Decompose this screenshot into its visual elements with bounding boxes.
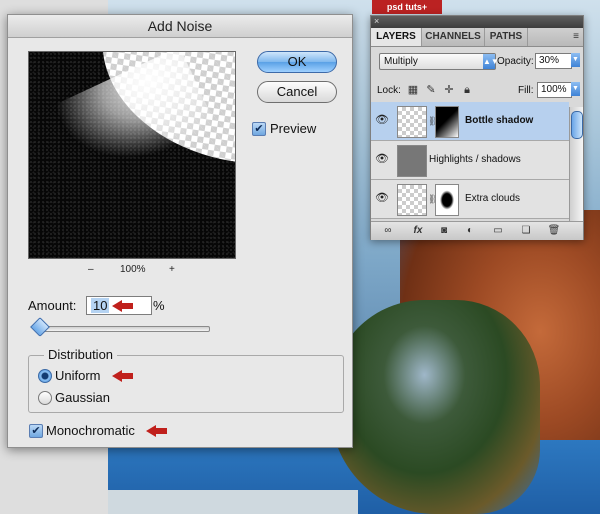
layer-row-highlights-shadows[interactable]: 👁︎ Highlights / shadows	[371, 141, 569, 180]
gaussian-radio[interactable]	[38, 391, 52, 405]
close-icon[interactable]: ×	[374, 17, 382, 26]
cancel-button[interactable]: Cancel	[257, 81, 337, 103]
annotation-arrow-monochromatic	[146, 425, 167, 437]
tab-channels[interactable]: CHANNELS	[422, 28, 485, 46]
opacity-label: Opacity:	[497, 56, 534, 67]
eye-icon[interactable]: 👁︎	[375, 193, 389, 204]
psdtuts-logo: psd tuts+	[372, 0, 442, 14]
zoom-level: 100%	[120, 264, 146, 275]
layer-name: Extra clouds	[465, 193, 521, 204]
lock-label: Lock:	[377, 85, 401, 96]
annotation-arrow-amount	[112, 300, 133, 312]
distribution-title: Distribution	[44, 347, 118, 362]
amount-label: Amount:	[28, 298, 77, 313]
zoom-controls: – 100% +	[28, 262, 234, 278]
panel-tabs: LAYERS CHANNELS PATHS ≡	[371, 28, 583, 47]
checkmark-icon: ✔	[254, 123, 264, 135]
chevron-down-icon: ▲▼	[483, 54, 499, 69]
eye-icon[interactable]: 👁︎	[375, 115, 389, 126]
folder-icon[interactable]: ▭	[491, 225, 505, 237]
trash-icon[interactable]: 🗑︎	[547, 225, 561, 237]
layers-footer: ∞ fx ◙ ◐ ▭ ❏ 🗑︎	[371, 221, 583, 240]
preview-label: Preview	[270, 121, 317, 136]
background-foam	[108, 490, 358, 514]
panel-titlebar[interactable]: ×	[371, 16, 583, 28]
annotation-arrow-uniform	[112, 370, 133, 382]
layer-row-extra-clouds[interactable]: 👁︎ ⛓︎ Extra clouds	[371, 180, 569, 219]
ok-button[interactable]: OK	[257, 51, 337, 73]
layers-panel: × LAYERS CHANNELS PATHS ≡ Multiply ▲▼ Op…	[370, 15, 584, 240]
scrollbar-thumb[interactable]	[571, 111, 583, 139]
layer-thumbnail	[397, 145, 427, 177]
background-island	[330, 300, 540, 514]
zoom-out-button[interactable]: –	[88, 264, 94, 275]
layer-row-bottle-shadow[interactable]: 👁︎ ⛓︎ Bottle shadow	[371, 102, 569, 141]
blend-mode-value: Multiply	[384, 56, 418, 67]
layer-name: Highlights / shadows	[429, 154, 521, 165]
adjustment-icon[interactable]: ◐	[463, 225, 477, 237]
uniform-radio[interactable]	[38, 369, 52, 383]
amount-slider-thumb[interactable]	[30, 317, 50, 337]
layer-thumbnail	[397, 184, 427, 216]
lock-image-icon[interactable]: ✎	[425, 84, 437, 96]
amount-value: 10	[91, 298, 110, 313]
lock-all-icon[interactable]: 🔒︎	[461, 84, 473, 96]
fill-input[interactable]: 100%	[537, 82, 572, 98]
amount-unit: %	[153, 298, 165, 313]
add-mask-icon[interactable]: ◙	[437, 225, 451, 237]
lock-position-icon[interactable]: ✛	[443, 84, 455, 96]
layers-scrollbar[interactable]	[569, 107, 583, 221]
add-noise-dialog: Add Noise – 100% + OK Cancel ✔ Preview A…	[7, 14, 353, 448]
monochromatic-checkbox[interactable]: ✔	[29, 424, 43, 438]
fill-dropdown-icon[interactable]: ▼	[571, 82, 580, 96]
opacity-dropdown-icon[interactable]: ▼	[571, 53, 580, 67]
tab-paths[interactable]: PATHS	[485, 28, 528, 46]
blend-mode-select[interactable]: Multiply ▲▼	[379, 53, 499, 70]
checkmark-icon: ✔	[31, 425, 41, 437]
layer-mask-icon[interactable]	[435, 106, 459, 138]
gaussian-label: Gaussian	[55, 390, 110, 405]
fill-label: Fill:	[518, 85, 534, 96]
layer-name: Bottle shadow	[465, 115, 534, 126]
preview-checkbox[interactable]: ✔	[252, 122, 266, 136]
lock-transparent-icon[interactable]: ▦	[407, 84, 419, 96]
amount-slider-track[interactable]	[36, 326, 210, 332]
panel-menu-icon[interactable]: ≡	[573, 31, 579, 42]
eye-icon[interactable]: 👁︎	[375, 154, 389, 165]
fx-icon[interactable]: fx	[411, 225, 425, 237]
layer-thumbnail	[397, 106, 427, 138]
uniform-label: Uniform	[55, 368, 101, 383]
opacity-input[interactable]: 30%	[535, 53, 572, 69]
tab-layers[interactable]: LAYERS	[371, 28, 422, 46]
link-layers-icon[interactable]: ∞	[381, 225, 395, 237]
dialog-title: Add Noise	[8, 15, 352, 38]
new-layer-icon[interactable]: ❏	[519, 225, 533, 237]
layer-mask-icon[interactable]	[435, 184, 459, 216]
monochromatic-label: Monochromatic	[46, 423, 135, 438]
noise-preview[interactable]	[28, 51, 236, 259]
zoom-in-button[interactable]: +	[169, 264, 175, 275]
